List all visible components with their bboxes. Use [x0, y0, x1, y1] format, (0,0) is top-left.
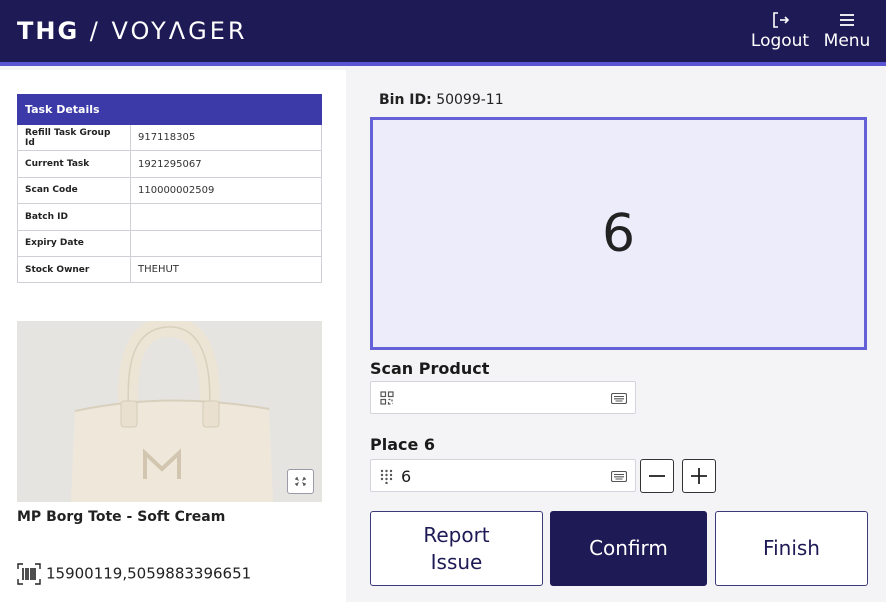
row-value: THEHUT [130, 255, 322, 284]
top-bar: THG / VOYΛGER Logout Menu [0, 0, 886, 66]
finish-button[interactable]: Finish [715, 511, 868, 586]
place-quantity-input[interactable] [401, 465, 601, 487]
menu-label: Menu [823, 31, 871, 51]
barcode-text: 15900119,5059883396651 [46, 564, 252, 583]
decrement-button[interactable] [640, 459, 674, 493]
brand-logo: THG / VOYΛGER [17, 17, 248, 45]
product-name: MP Borg Tote - Soft Cream [17, 509, 226, 525]
place-quantity-field[interactable] [370, 459, 636, 492]
bin-id: Bin ID: 50099-11 [379, 92, 504, 108]
table-row: Batch ID [17, 203, 322, 231]
row-value: 110000002509 [130, 176, 322, 205]
row-value [130, 229, 322, 257]
product-image [17, 321, 322, 502]
logout-label: Logout [750, 31, 810, 51]
row-value: 917118305 [130, 123, 322, 152]
scan-product-field[interactable] [370, 381, 636, 414]
row-label: Stock Owner [17, 255, 131, 284]
row-label: Batch ID [17, 203, 131, 231]
right-panel: Bin ID: 50099-11 6 Scan Product Place 6 [346, 70, 886, 602]
barcode-icon [17, 563, 41, 585]
row-label: Expiry Date [17, 229, 131, 257]
tote-bag-illustration [17, 321, 322, 502]
task-details-title: Task Details [17, 94, 322, 125]
table-row: Current Task 1921295067 [17, 150, 322, 178]
product-barcodes: 15900119,5059883396651 [17, 563, 251, 585]
left-panel: Task Details Refill Task Group Id 9171183… [0, 70, 346, 602]
report-issue-button[interactable]: Report Issue [370, 511, 543, 586]
logout-button[interactable]: Logout [750, 10, 810, 51]
logout-icon [773, 12, 790, 28]
table-row: Stock Owner THEHUT [17, 255, 322, 284]
bin-id-value: 50099-11 [436, 92, 504, 108]
place-label: Place 6 [370, 435, 436, 454]
keyboard-icon[interactable] [611, 471, 627, 482]
minus-icon [649, 475, 665, 477]
keypad-icon [380, 469, 393, 484]
scan-product-input[interactable] [401, 387, 601, 409]
row-label: Refill Task Group Id [17, 123, 131, 152]
hamburger-icon [840, 14, 854, 26]
quantity-display: 6 [370, 117, 867, 350]
bin-id-label: Bin ID: [379, 92, 432, 108]
row-label: Scan Code [17, 176, 131, 205]
row-value [130, 203, 322, 231]
scan-product-label: Scan Product [370, 359, 490, 378]
expand-image-button[interactable] [287, 469, 314, 494]
quantity-value: 6 [601, 203, 636, 264]
confirm-button[interactable]: Confirm [550, 511, 707, 586]
qr-code-icon [380, 391, 394, 405]
table-row: Expiry Date [17, 229, 322, 257]
increment-button[interactable] [682, 459, 716, 493]
task-details-table: Task Details Refill Task Group Id 9171183… [17, 94, 322, 284]
keyboard-icon[interactable] [611, 393, 627, 404]
row-value: 1921295067 [130, 150, 322, 178]
table-row: Scan Code 110000002509 [17, 176, 322, 205]
menu-button[interactable]: Menu [820, 10, 874, 51]
expand-icon [295, 477, 306, 486]
table-row: Refill Task Group Id 917118305 [17, 123, 322, 152]
row-label: Current Task [17, 150, 131, 178]
plus-icon [691, 468, 707, 484]
